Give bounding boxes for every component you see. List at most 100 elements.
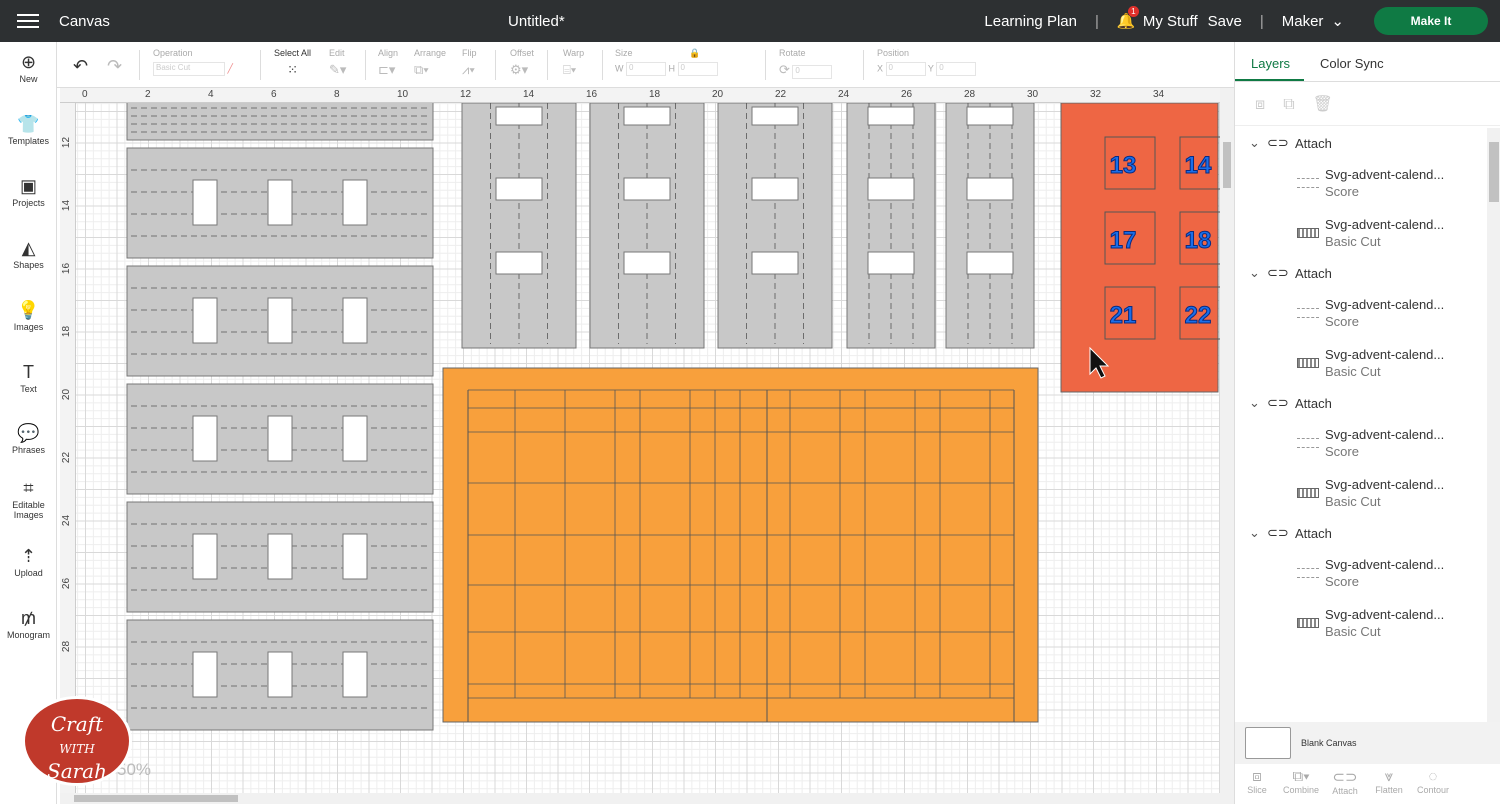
nav-text[interactable]: T Text <box>0 362 57 394</box>
ruler-tick-label: 32 <box>1090 89 1102 100</box>
height-input[interactable]: 0 <box>677 62 718 76</box>
attach-icon: ⊂⊃ <box>1267 395 1289 410</box>
nav-projects[interactable]: ▣ Projects <box>0 176 57 208</box>
layer-group[interactable]: ⌄ ⊂⊃ Attach <box>1235 518 1487 548</box>
speech-bubble-icon: 💬 <box>17 423 40 443</box>
slice-button[interactable]: ⧈ Slice <box>1235 764 1279 804</box>
ruler-tick-label: 26 <box>61 577 73 590</box>
chevron-down-icon[interactable]: ⌄ <box>1249 265 1267 281</box>
horizontal-scrollbar[interactable] <box>60 793 1220 804</box>
cut-layer-icon <box>1297 488 1319 498</box>
attach-icon: ⊂⊃ <box>1332 769 1358 786</box>
arrange-icon[interactable]: ⧉▾ <box>414 62 429 77</box>
attach-button[interactable]: ⊂⊃ Attach <box>1323 764 1367 804</box>
width-input[interactable]: 0 <box>626 62 667 76</box>
y-input[interactable]: 0 <box>936 62 977 76</box>
edit-pencil-icon[interactable]: ✎▾ <box>329 62 346 77</box>
layer-name: Svg-advent-calend... <box>1325 297 1445 312</box>
learning-plan-link[interactable]: Learning Plan <box>984 13 1077 30</box>
make-it-button[interactable]: Make It <box>1374 7 1488 35</box>
window-cutout <box>623 106 671 126</box>
layer-name: Svg-advent-calend... <box>1325 477 1445 492</box>
x-input[interactable]: 0 <box>885 62 926 76</box>
combine-button[interactable]: ⧉▾ Combine <box>1279 764 1323 804</box>
design-canvas[interactable]: 13 14 17 18 21 22 <box>76 103 1220 793</box>
layer-operation: Basic Cut <box>1325 234 1381 249</box>
layer-item[interactable]: Svg-advent-calend... Score <box>1235 548 1487 598</box>
tool-label: Contour <box>1416 785 1450 795</box>
group-icon[interactable]: ⧈ <box>1255 96 1283 113</box>
undo-icon[interactable]: ↶ <box>73 56 88 77</box>
y-label: Y <box>927 63 934 74</box>
offset-icon[interactable]: ⚙▾ <box>510 62 528 77</box>
blank-canvas-row[interactable]: Blank Canvas <box>1235 722 1500 764</box>
contour-button[interactable]: ◌ Contour <box>1411 764 1455 804</box>
nav-shapes[interactable]: ◭ Shapes <box>0 238 57 270</box>
ruler-tick-label: 22 <box>61 451 73 464</box>
layer-item[interactable]: Svg-advent-calend... Basic Cut <box>1235 468 1487 518</box>
divider <box>139 50 140 80</box>
projects-icon: ▣ <box>19 176 37 196</box>
redo-icon[interactable]: ↷ <box>107 56 122 77</box>
layer-group[interactable]: ⌄ ⊂⊃ Attach <box>1235 258 1487 288</box>
nav-phrases[interactable]: 💬 Phrases <box>0 423 57 455</box>
my-stuff-link[interactable]: My Stuff <box>1143 13 1198 30</box>
warp-icon[interactable]: ⌸▾ <box>563 62 576 77</box>
window-cutout <box>495 106 543 126</box>
flip-icon[interactable]: ⩘▾ <box>462 62 475 77</box>
nav-label: Text <box>20 384 37 394</box>
nav-upload[interactable]: ⇡ Upload <box>0 546 57 578</box>
layer-item[interactable]: Svg-advent-calend... Score <box>1235 158 1487 208</box>
pen-color-icon[interactable]: ╱ <box>228 63 233 73</box>
bell-icon[interactable]: 🔔 1 <box>1117 6 1139 30</box>
select-all-icon[interactable]: ⁙ <box>287 62 298 77</box>
nav-templates[interactable]: 👕 Templates <box>0 114 57 146</box>
vertical-scrollbar[interactable] <box>1220 88 1234 804</box>
chevron-down-icon[interactable]: ⌄ <box>1249 135 1267 151</box>
arrange-label: Arrange <box>414 48 447 58</box>
tab-layers[interactable]: Layers <box>1235 42 1305 81</box>
save-button[interactable]: Save <box>1208 13 1242 30</box>
duplicate-icon[interactable]: ⧉ <box>1283 96 1312 113</box>
nav-new[interactable]: ⊕ New <box>0 52 57 84</box>
machine-select[interactable]: Maker <box>1282 13 1324 30</box>
width-label: W <box>615 63 624 74</box>
nav-images[interactable]: 💡 Images <box>0 300 57 332</box>
hamburger-menu-icon[interactable] <box>17 14 39 28</box>
document-title[interactable]: Untitled* <box>508 13 565 30</box>
align-icon[interactable]: ⊏▾ <box>378 62 395 77</box>
layer-group[interactable]: ⌄ ⊂⊃ Attach <box>1235 388 1487 418</box>
operation-select[interactable]: Basic Cut <box>153 62 225 76</box>
ruler-tick-label: 20 <box>61 388 73 401</box>
score-layer-icon <box>1297 438 1319 448</box>
window-cutout <box>342 651 368 698</box>
ruler-tick-label: 18 <box>61 325 73 338</box>
layer-item[interactable]: Svg-advent-calend... Basic Cut <box>1235 338 1487 388</box>
score-layer-icon <box>1297 178 1319 188</box>
ruler-tick-label: 4 <box>208 89 214 100</box>
chevron-down-icon[interactable]: ⌄ <box>1331 12 1344 30</box>
nav-monogram[interactable]: ₥ Monogram <box>0 608 57 640</box>
layer-item[interactable]: Svg-advent-calend... Score <box>1235 418 1487 468</box>
cut-layer-icon <box>1297 358 1319 368</box>
chevron-down-icon[interactable]: ⌄ <box>1249 525 1267 541</box>
layer-item[interactable]: Svg-advent-calend... Score <box>1235 288 1487 338</box>
attach-icon: ⊂⊃ <box>1267 135 1289 150</box>
window-cutout <box>267 415 293 462</box>
calendar-number: 18 <box>1185 227 1212 254</box>
tab-color-sync[interactable]: Color Sync <box>1304 42 1384 81</box>
nav-editable-images[interactable]: ⌗ Editable Images <box>0 478 57 520</box>
layer-item[interactable]: Svg-advent-calend... Basic Cut <box>1235 208 1487 258</box>
notification-badge: 1 <box>1127 6 1139 17</box>
window-cutout <box>751 251 799 275</box>
lock-icon[interactable]: 🔒 <box>689 48 700 59</box>
flatten-button[interactable]: ⩔ Flatten <box>1367 764 1411 804</box>
chevron-down-icon[interactable]: ⌄ <box>1249 395 1267 411</box>
layers-scrollbar[interactable] <box>1487 128 1500 764</box>
layer-item[interactable]: Svg-advent-calend... Basic Cut <box>1235 598 1487 648</box>
tool-label: Attach <box>1332 786 1358 796</box>
rotate-input[interactable]: 0 <box>792 64 833 79</box>
delete-icon[interactable]: 🗑 <box>1313 96 1351 113</box>
layer-group[interactable]: ⌄ ⊂⊃ Attach <box>1235 128 1487 158</box>
calendar-number: 17 <box>1110 227 1137 254</box>
